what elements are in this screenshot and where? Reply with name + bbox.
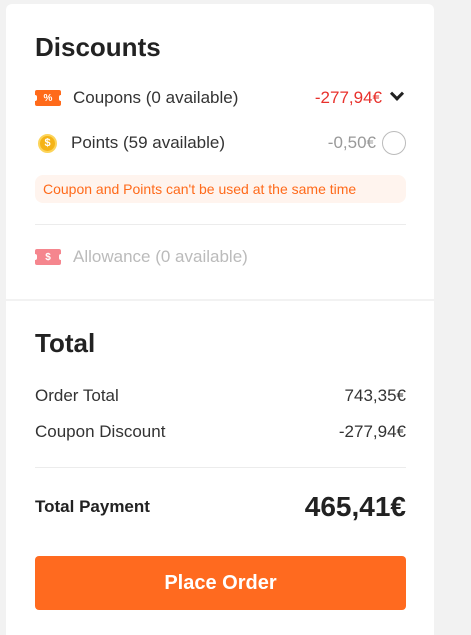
total-title: Total xyxy=(35,328,96,358)
total-payment-row: Total Payment 465,41€ xyxy=(35,487,406,527)
coupon-icon: % xyxy=(33,90,63,106)
total-payment-value: 465,41€ xyxy=(304,491,406,522)
chevron-down-icon[interactable] xyxy=(389,86,405,101)
points-amount: -0,50€ xyxy=(327,133,376,152)
total-payment-label: Total Payment xyxy=(35,497,150,516)
order-total-row: Order Total 743,35€ xyxy=(35,384,406,408)
coupons-label: Coupons (0 available) xyxy=(73,88,239,107)
allowance-icon: $ xyxy=(33,249,63,265)
order-total-label: Order Total xyxy=(35,386,119,405)
coin-icon: $ xyxy=(38,133,57,153)
allowance-row: $ Allowance (0 available) xyxy=(33,244,406,270)
points-radio[interactable] xyxy=(382,131,406,155)
coupons-row[interactable]: % Coupons (0 available) -277,94€ xyxy=(33,85,406,111)
allowance-label: Allowance (0 available) xyxy=(73,247,248,266)
total-divider xyxy=(35,467,406,468)
coupon-points-notice: Coupon and Points can't be used at the s… xyxy=(35,175,406,203)
discounts-divider xyxy=(35,224,406,225)
discounts-title: Discounts xyxy=(35,32,161,62)
place-order-button[interactable]: Place Order xyxy=(35,556,406,610)
points-label: Points (59 available) xyxy=(71,133,226,152)
coupon-discount-label: Coupon Discount xyxy=(35,422,166,441)
coupon-discount-value: -277,94€ xyxy=(338,422,406,441)
order-total-value: 743,35€ xyxy=(344,386,406,405)
discounts-panel: Discounts % Coupons (0 available) -277,9… xyxy=(6,4,434,299)
points-row[interactable]: $ Points (59 available) -0,50€ xyxy=(35,130,406,156)
coupons-amount: -277,94€ xyxy=(314,88,382,107)
coupon-discount-row: Coupon Discount -277,94€ xyxy=(35,420,406,444)
total-panel: Total Order Total 743,35€ Coupon Discoun… xyxy=(6,301,434,635)
